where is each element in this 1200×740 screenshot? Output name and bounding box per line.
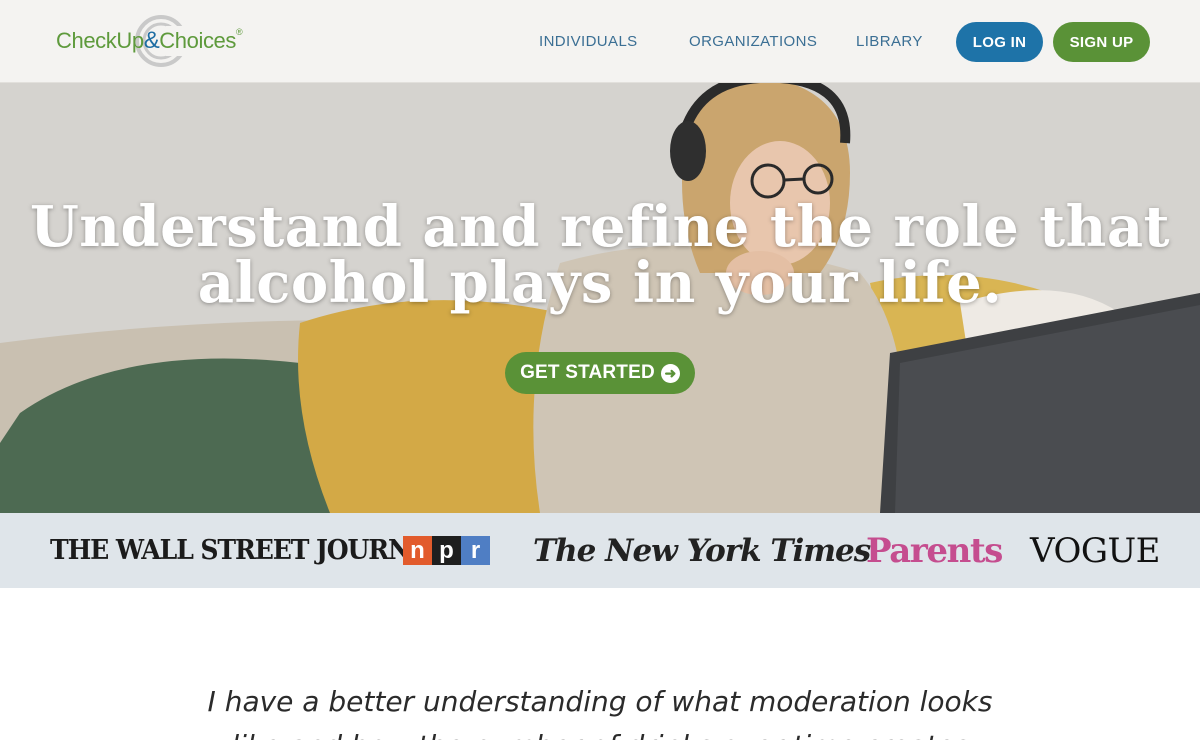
get-started-label: GET STARTED bbox=[520, 362, 655, 383]
parents-logo: Parents bbox=[866, 530, 1003, 571]
hero-headline-line1: Understand and refine the role that bbox=[29, 194, 1171, 260]
press-logos-strip: THE WALL STREET JOURNAL. n p r The New Y… bbox=[0, 513, 1200, 588]
nav-library[interactable]: LIBRARY bbox=[856, 33, 923, 50]
hero-headline-line2: alcohol plays in your life. bbox=[197, 250, 1003, 316]
nyt-logo: The New York Times bbox=[533, 532, 871, 569]
hero-section: Understand and refine the role that alco… bbox=[0, 83, 1200, 513]
logo-text-end: Choices bbox=[159, 28, 236, 53]
get-started-button[interactable]: GET STARTED ➜ bbox=[505, 352, 695, 394]
logo-text-main: CheckUp bbox=[56, 28, 144, 53]
login-button[interactable]: LOG IN bbox=[956, 22, 1043, 62]
site-header: CheckUp&Choices® INDIVIDUALS ORGANIZATIO… bbox=[0, 0, 1200, 83]
nav-organizations[interactable]: ORGANIZATIONS bbox=[689, 33, 817, 50]
signup-button[interactable]: SIGN UP bbox=[1053, 22, 1150, 62]
logo-ampersand: & bbox=[143, 27, 160, 54]
npr-letter-n: n bbox=[403, 536, 432, 565]
checkup-choices-logo[interactable]: CheckUp&Choices® bbox=[56, 14, 266, 70]
nav-individuals[interactable]: INDIVIDUALS bbox=[539, 33, 638, 50]
logo-trademark: ® bbox=[235, 27, 243, 37]
npr-letter-r: r bbox=[461, 536, 490, 565]
vogue-logo: VOGUE bbox=[1030, 530, 1160, 571]
logo-wordmark: CheckUp&Choices® bbox=[56, 27, 243, 55]
arrow-circle-right-icon: ➜ bbox=[660, 363, 680, 383]
wsj-logo: THE WALL STREET JOURNAL. bbox=[50, 535, 454, 566]
npr-letter-p: p bbox=[432, 536, 461, 565]
hero-headline: Understand and refine the role that alco… bbox=[0, 199, 1200, 311]
npr-logo: n p r bbox=[403, 513, 490, 588]
testimonial-quote: I have a better understanding of what mo… bbox=[207, 685, 993, 740]
